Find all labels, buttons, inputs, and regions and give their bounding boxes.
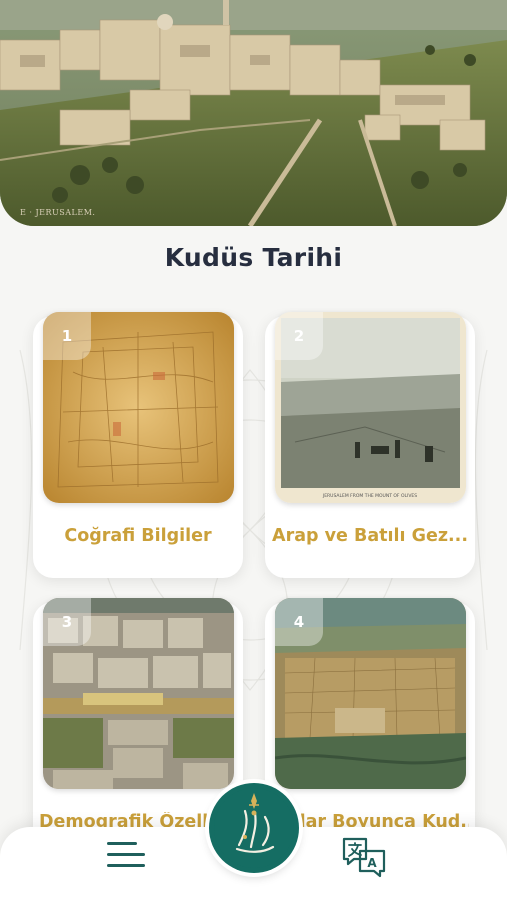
translate-icon[interactable]: A (340, 835, 388, 879)
card-number-badge: 2 (275, 312, 323, 360)
menu-icon[interactable] (107, 841, 145, 871)
svg-text:A: A (367, 856, 377, 870)
svg-text:JERUSALEM FROM THE MOUNT OF OL: JERUSALEM FROM THE MOUNT OF OLIVES (322, 493, 417, 499)
card-number-badge: 1 (43, 312, 91, 360)
hero-image: E · JERUSALEM. (0, 0, 507, 226)
card-label: Coğrafi Bilgiler (64, 526, 212, 546)
card-image-painting: 4 (275, 598, 466, 789)
calligraphy-logo-icon[interactable] (209, 783, 299, 873)
page-title: Kudüs Tarihi (164, 243, 343, 272)
card-label: Arap ve Batılı Gez... (272, 526, 468, 546)
card-image-engraving: JERUSALEM FROM THE MOUNT OF OLIVES 2 (275, 312, 466, 503)
card-number-badge: 4 (275, 598, 323, 646)
card-image-map: 1 (43, 312, 234, 503)
category-card-geography[interactable]: 1 Coğrafi Bilgiler (33, 312, 243, 578)
card-image-aerial-city: 3 (43, 598, 234, 789)
category-card-travelers[interactable]: JERUSALEM FROM THE MOUNT OF OLIVES 2 Ara… (265, 312, 475, 578)
card-number-badge: 3 (43, 598, 91, 646)
hero-caption: E · JERUSALEM. (20, 208, 96, 217)
